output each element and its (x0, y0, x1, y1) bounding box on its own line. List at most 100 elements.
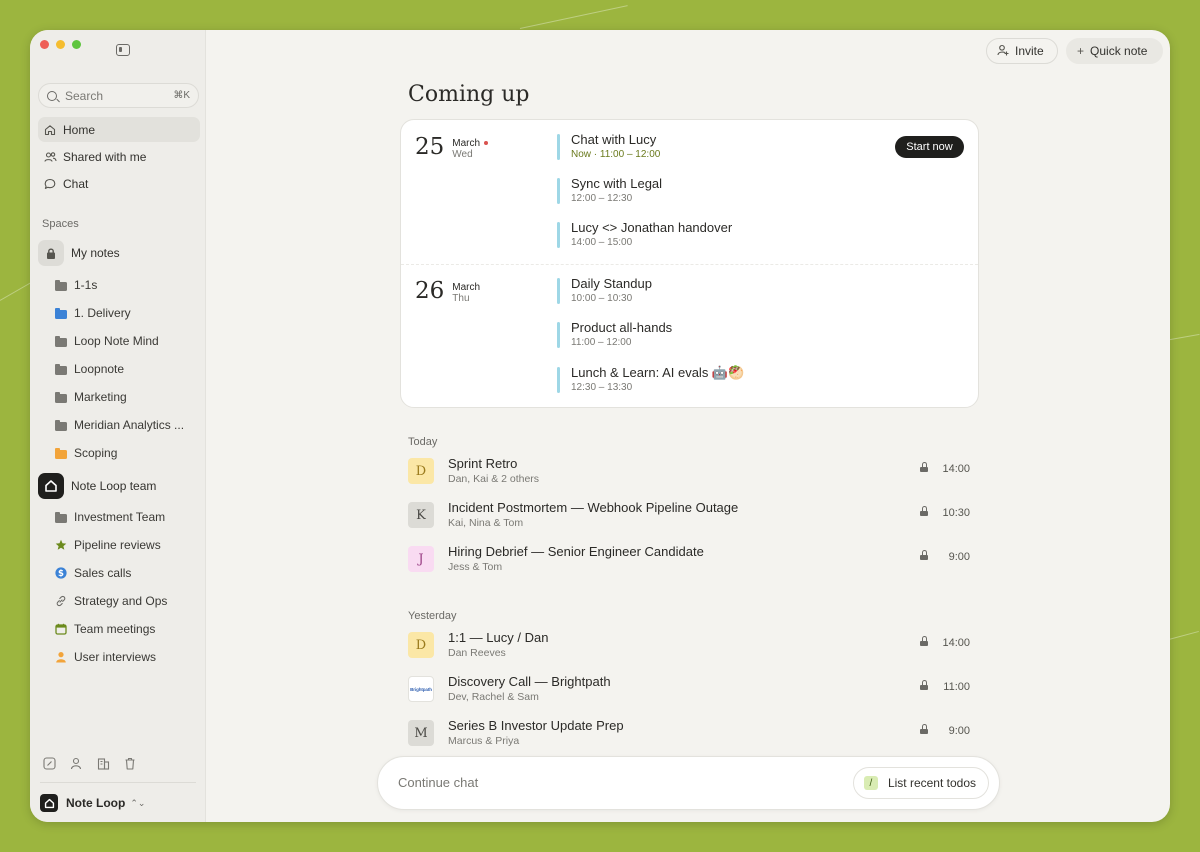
link-icon (54, 595, 67, 608)
event-time: 11:00 – 12:00 (571, 337, 632, 348)
lock-icon (920, 550, 928, 560)
home-icon (43, 123, 57, 137)
tree-item-label: 1-1s (74, 278, 98, 292)
folder-icon (54, 419, 67, 432)
trash-icon[interactable] (123, 756, 137, 770)
today-indicator-dot (484, 141, 489, 146)
avatar-initial: M (408, 720, 434, 746)
tree-item-team-meetings[interactable]: Team meetings (54, 618, 200, 640)
folder-icon (54, 511, 67, 524)
tree-item-1-1s[interactable]: 1-1s (54, 274, 200, 296)
meeting-participants: Dan, Kai & 2 others (448, 473, 540, 485)
avatar-initial: J (408, 546, 434, 572)
tree-item-user-interviews[interactable]: User interviews (54, 646, 200, 668)
sidebar-divider (40, 782, 196, 783)
tree-item-label: Strategy and Ops (74, 594, 168, 608)
sidebar-item-chat[interactable]: Chat (38, 171, 200, 196)
search-shortcut: ⌘K (173, 90, 190, 101)
meeting-time: 11:00 (943, 681, 970, 693)
tree-item-label: Team meetings (74, 622, 156, 636)
tree-item-label: Investment Team (74, 510, 166, 524)
meeting-participants: Kai, Nina & Tom (448, 517, 524, 529)
event-time: 12:00 – 12:30 (571, 193, 633, 204)
user-icon[interactable] (69, 756, 83, 770)
meeting-row[interactable]: D 1:1 — Lucy / Dan Dan Reeves 14:00 (408, 630, 970, 666)
tree-item-delivery[interactable]: 1. Delivery (54, 302, 200, 324)
meeting-participants: Dev, Rachel & Sam (448, 691, 539, 703)
space-note-loop-team[interactable]: Note Loop team (38, 472, 200, 500)
start-now-button[interactable]: Start now (895, 136, 964, 158)
meeting-row[interactable]: D Sprint Retro Dan, Kai & 2 others 14:00 (408, 456, 970, 492)
tree-item-meridian-analytics[interactable]: Meridian Analytics ... (54, 414, 200, 436)
app-window: Search ⌘K Home Shared with me Chat Space… (30, 30, 1170, 822)
folder-icon (54, 391, 67, 404)
company-logo: Brightpath (408, 676, 434, 702)
sidebar-item-shared[interactable]: Shared with me (38, 144, 200, 169)
event-title: Lucy <> Jonathan handover (571, 220, 733, 235)
meeting-row[interactable]: J Hiring Debrief — Senior Engineer Candid… (408, 544, 970, 580)
day-weekday: Wed (452, 149, 473, 160)
sidebar-toggle-icon[interactable] (116, 44, 130, 56)
meeting-row[interactable]: M Series B Investor Update Prep Marcus & P… (408, 718, 970, 754)
invite-button[interactable]: Invite (986, 38, 1058, 64)
compass-icon[interactable] (42, 756, 56, 770)
event-title: Chat with Lucy (571, 132, 657, 147)
tree-item-sales-calls[interactable]: $ Sales calls (54, 562, 200, 584)
workspace-switcher[interactable]: Note Loop ⌃⌄ (40, 794, 145, 812)
meeting-row[interactable]: K Incident Postmortem — Webhook Pipeline … (408, 500, 970, 536)
day-divider (401, 264, 978, 265)
event-color-bar (557, 178, 560, 204)
tree-item-scoping[interactable]: Scoping (54, 442, 200, 464)
page-title: Coming up (408, 82, 530, 107)
search-label: Search (65, 88, 104, 103)
tree-item-loopnote[interactable]: Loopnote (54, 358, 200, 380)
section-label-yesterday: Yesterday (408, 610, 457, 622)
tree-item-label: Marketing (74, 390, 127, 404)
space-my-notes[interactable]: My notes (38, 239, 200, 267)
chat-input[interactable]: Continue chat / List recent todos (377, 756, 1000, 810)
plus-icon: + (1077, 44, 1085, 58)
suggestion-chip-list-todos[interactable]: / List recent todos (852, 767, 989, 799)
tree-item-marketing[interactable]: Marketing (54, 386, 200, 408)
maximize-window-button[interactable] (72, 40, 81, 49)
sidebar-item-label: Chat (63, 176, 89, 191)
people-icon (43, 150, 57, 164)
lock-icon (920, 462, 928, 472)
minimize-window-button[interactable] (56, 40, 65, 49)
meeting-time: 14:00 (942, 463, 970, 475)
lock-icon (920, 636, 928, 646)
event-title: Sync with Legal (571, 176, 663, 191)
avatar-initial: D (408, 632, 434, 658)
folder-icon (54, 335, 67, 348)
meeting-participants: Dan Reeves (448, 647, 506, 659)
tree-item-label: Loopnote (74, 362, 125, 376)
event-color-bar (557, 134, 560, 160)
close-window-button[interactable] (40, 40, 49, 49)
person-icon (54, 651, 67, 664)
space-label: Note Loop team (71, 479, 157, 493)
meeting-title: Discovery Call — Brightpath (448, 674, 611, 689)
workspace-logo-icon (40, 794, 58, 812)
tree-item-label: Loop Note Mind (74, 334, 159, 348)
event-color-bar (557, 222, 560, 248)
event-color-bar (557, 322, 560, 348)
tree-item-pipeline-reviews[interactable]: Pipeline reviews (54, 534, 200, 556)
spaces-label: Spaces (42, 218, 79, 230)
meeting-row[interactable]: Brightpath Discovery Call — Brightpath Dev… (408, 674, 970, 710)
tree-item-investment-team[interactable]: Investment Team (54, 506, 200, 528)
quick-note-button[interactable]: + Quick note (1066, 38, 1163, 64)
tree-item-loop-note-mind[interactable]: Loop Note Mind (54, 330, 200, 352)
event-color-bar (557, 278, 560, 304)
meeting-title: Hiring Debrief — Senior Engineer Candida… (448, 544, 704, 559)
folder-icon (54, 447, 67, 460)
day-number: 25 (415, 134, 445, 160)
meeting-title: Sprint Retro (448, 456, 518, 471)
sidebar-item-home[interactable]: Home (38, 117, 200, 142)
space-label: My notes (71, 246, 120, 260)
building-icon[interactable] (96, 756, 110, 770)
event-title: Product all-hands (571, 320, 673, 335)
chat-bubble-icon (43, 177, 57, 191)
search-input[interactable]: Search ⌘K (38, 83, 199, 108)
event-title: Lunch & Learn: AI evals 🤖🥙 (571, 365, 745, 380)
tree-item-strategy-ops[interactable]: Strategy and Ops (54, 590, 200, 612)
